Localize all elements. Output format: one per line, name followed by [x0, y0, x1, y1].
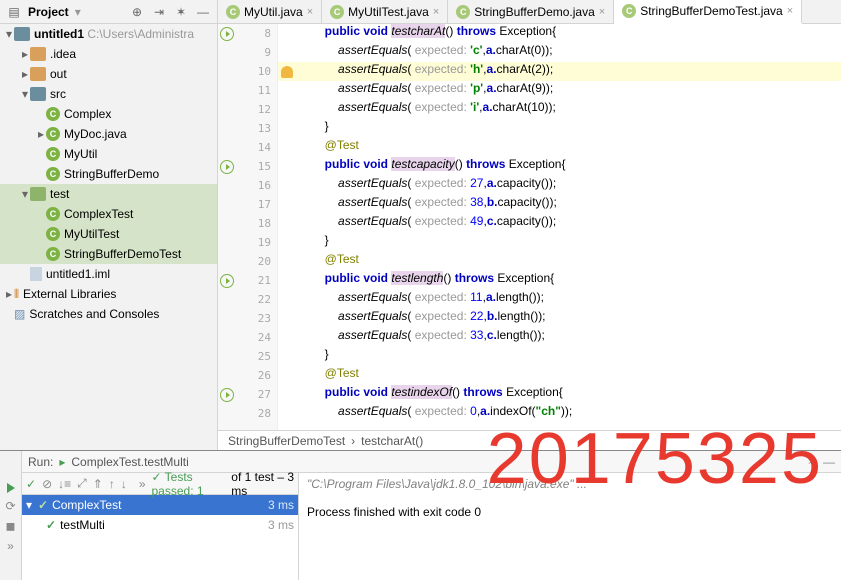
run-button[interactable]	[7, 483, 15, 493]
tree-project-root[interactable]: ▾ untitled1 C:\Users\Administra	[0, 24, 217, 44]
tree-iml[interactable]: untitled1.iml	[0, 264, 217, 284]
run-header: Run: ▸ ComplexTest.testMulti ✶ —	[22, 451, 841, 473]
target-icon[interactable]: ⊕	[129, 4, 145, 20]
test-tree-row[interactable]: ✓testMulti3 ms	[22, 515, 298, 535]
tree-sbdtest[interactable]: CStringBufferDemoTest	[0, 244, 217, 264]
tree-idea[interactable]: ▸.idea	[0, 44, 217, 64]
filter-disabled-icon[interactable]: ⊘	[42, 477, 52, 491]
gear-icon[interactable]: ✶	[173, 4, 189, 20]
run-config-icon: ▸	[59, 455, 65, 469]
project-header: ▤ Project ▾ ⊕ ⇥ ✶ —	[0, 0, 217, 24]
collapse-all-icon[interactable]: ⇑	[93, 477, 103, 491]
tree-scratch[interactable]: ▨Scratches and Consoles	[0, 304, 217, 324]
tree-test[interactable]: ▾test	[0, 184, 217, 204]
code-editor[interactable]: public void testcharAt() throws Exceptio…	[278, 24, 841, 430]
minimize-icon[interactable]: —	[823, 455, 835, 469]
test-tree-row[interactable]: ▾✓ComplexTest3 ms	[22, 495, 298, 515]
close-icon[interactable]: ×	[307, 6, 313, 18]
filter-passed-icon[interactable]: ✓	[26, 477, 36, 491]
breadcrumb[interactable]: StringBufferDemoTest › testcharAt()	[218, 430, 841, 450]
close-icon[interactable]: ×	[433, 6, 439, 18]
tree-myutil[interactable]: CMyUtil	[0, 144, 217, 164]
collapse-icon[interactable]: ⇥	[151, 4, 167, 20]
tab-myutiltest[interactable]: CMyUtilTest.java×	[322, 0, 448, 23]
prev-icon[interactable]: ↑	[109, 477, 115, 491]
console-command: "C:\Program Files\Java\jdk1.8.0_102\bin\…	[307, 477, 833, 491]
run-left-toolbar: ⟳ ◼ »	[0, 451, 22, 580]
sort-icon[interactable]: ↓≡	[58, 477, 71, 491]
next-icon[interactable]: ↓	[121, 477, 127, 491]
tab-myutil[interactable]: CMyUtil.java×	[218, 0, 322, 23]
project-tree[interactable]: ▾ untitled1 C:\Users\Administra ▸.idea ▸…	[0, 24, 217, 450]
more-icon[interactable]: »	[7, 539, 14, 553]
tree-sbd[interactable]: CStringBufferDemo	[0, 164, 217, 184]
tree-mydoc[interactable]: ▸CMyDoc.java	[0, 124, 217, 144]
tree-complextest[interactable]: CComplexTest	[0, 204, 217, 224]
tab-sbdtest[interactable]: CStringBufferDemoTest.java×	[614, 0, 802, 24]
tree-myutiltest[interactable]: CMyUtilTest	[0, 224, 217, 244]
run-console[interactable]: "C:\Program Files\Java\jdk1.8.0_102\bin\…	[299, 473, 841, 580]
editor-area: CMyUtil.java× CMyUtilTest.java× CStringB…	[218, 0, 841, 450]
project-title: Project	[28, 5, 69, 19]
debug-icon[interactable]: ⟳	[5, 499, 15, 513]
test-tree: ✓ ⊘ ↓≡ ⤢ ⇑ ↑ ↓ » ✓ Tests passed: 1 of 1 …	[22, 473, 299, 580]
run-label: Run:	[28, 455, 53, 469]
gutter[interactable]: 8910111213141516171819202122232425262728	[218, 24, 278, 430]
settings-icon[interactable]: ✶	[807, 455, 817, 469]
expand-icon[interactable]: ⤢	[77, 476, 87, 491]
run-panel: ⟳ ◼ » Run: ▸ ComplexTest.testMulti ✶ — ✓…	[0, 450, 841, 580]
close-icon[interactable]: ×	[787, 5, 793, 17]
tree-out[interactable]: ▸out	[0, 64, 217, 84]
console-exit: Process finished with exit code 0	[307, 505, 833, 519]
project-sidebar: ▤ Project ▾ ⊕ ⇥ ✶ — ▾ untitled1 C:\Users…	[0, 0, 218, 450]
tab-sbd[interactable]: CStringBufferDemo.java×	[448, 0, 614, 23]
tree-extlib[interactable]: ▸⫴External Libraries	[0, 284, 217, 304]
tree-complex[interactable]: CComplex	[0, 104, 217, 124]
stop-icon[interactable]: ◼	[6, 519, 16, 533]
hide-icon[interactable]: —	[195, 4, 211, 20]
tests-passed-label: ✓ Tests passed: 1	[152, 470, 226, 498]
test-toolbar: ✓ ⊘ ↓≡ ⤢ ⇑ ↑ ↓ » ✓ Tests passed: 1 of 1 …	[22, 473, 298, 495]
editor-tabs: CMyUtil.java× CMyUtilTest.java× CStringB…	[218, 0, 841, 24]
run-config-name: ComplexTest.testMulti	[71, 455, 188, 469]
tree-src[interactable]: ▾src	[0, 84, 217, 104]
project-icon[interactable]: ▤	[6, 4, 22, 20]
close-icon[interactable]: ×	[599, 6, 605, 18]
